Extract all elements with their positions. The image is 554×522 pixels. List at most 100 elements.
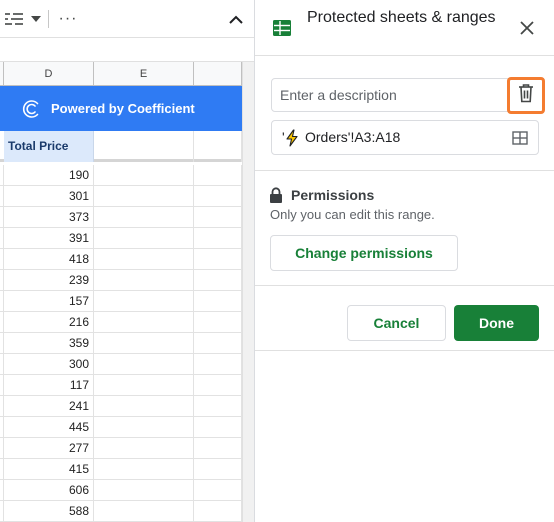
- cell-total-price[interactable]: 190: [4, 165, 94, 185]
- lock-icon: [269, 187, 283, 203]
- permissions-section: Permissions Only you can edit this range…: [255, 170, 554, 285]
- table-row: 157: [0, 291, 242, 312]
- cell[interactable]: [194, 312, 242, 332]
- cell[interactable]: [94, 354, 194, 374]
- cell[interactable]: [94, 333, 194, 353]
- more-vert-icon[interactable]: ···: [58, 9, 78, 29]
- cell-total-price[interactable]: 359: [4, 333, 94, 353]
- cell-total-price[interactable]: 277: [4, 438, 94, 458]
- cell-total-price[interactable]: 391: [4, 228, 94, 248]
- table-row: 588: [0, 501, 242, 522]
- cell[interactable]: [194, 228, 242, 248]
- coefficient-banner: Powered by Coefficient: [0, 86, 242, 131]
- filter-views-icon[interactable]: [2, 9, 26, 29]
- table-row: 190: [0, 165, 242, 186]
- protected-ranges-panel: Protected sheets & ranges ' Orders'!A3:A…: [254, 0, 554, 522]
- cell-total-price[interactable]: 373: [4, 207, 94, 227]
- table-row: 277: [0, 438, 242, 459]
- cell-total-price[interactable]: 415: [4, 459, 94, 479]
- cell[interactable]: [194, 501, 242, 521]
- cell[interactable]: [94, 438, 194, 458]
- cell[interactable]: [94, 186, 194, 206]
- cell[interactable]: [194, 354, 242, 374]
- cell-total-price[interactable]: 606: [4, 480, 94, 500]
- cell[interactable]: [194, 165, 242, 185]
- header-cell-total-price[interactable]: Total Price: [4, 131, 94, 162]
- cell[interactable]: [194, 186, 242, 206]
- cell[interactable]: [94, 396, 194, 416]
- spreadsheet-area: ··· D E Powered by Coefficient Total Pri…: [0, 0, 254, 522]
- cell[interactable]: [94, 501, 194, 521]
- cell[interactable]: [194, 291, 242, 311]
- cell[interactable]: [94, 207, 194, 227]
- table-row: 301: [0, 186, 242, 207]
- lightning-bolt-icon: [285, 129, 299, 147]
- cell-total-price[interactable]: 300: [4, 354, 94, 374]
- data-rows: 190 301 373 391 418 239 157 216 359 300 …: [0, 165, 242, 522]
- cell-total-price[interactable]: 418: [4, 249, 94, 269]
- sheets-icon: [272, 18, 292, 38]
- cell[interactable]: [194, 270, 242, 290]
- cell[interactable]: [194, 375, 242, 395]
- header-cell-empty[interactable]: [194, 131, 242, 162]
- range-text: Orders'!A3:A18: [305, 129, 401, 145]
- cell[interactable]: [194, 417, 242, 437]
- cell[interactable]: [94, 165, 194, 185]
- cell-total-price[interactable]: 117: [4, 375, 94, 395]
- column-header-f[interactable]: [194, 62, 242, 86]
- chevron-up-icon[interactable]: [228, 9, 244, 29]
- table-row: 300: [0, 354, 242, 375]
- cell[interactable]: [194, 207, 242, 227]
- select-range-icon[interactable]: [512, 130, 528, 146]
- close-icon[interactable]: [517, 18, 537, 38]
- column-headers: D E: [0, 62, 254, 86]
- cell[interactable]: [194, 396, 242, 416]
- cell[interactable]: [94, 312, 194, 332]
- vertical-scrollbar[interactable]: [242, 62, 254, 522]
- cell-total-price[interactable]: 239: [4, 270, 94, 290]
- cell[interactable]: [94, 291, 194, 311]
- permissions-heading: Permissions: [291, 187, 375, 203]
- cell[interactable]: [94, 270, 194, 290]
- table-row: 359: [0, 333, 242, 354]
- cell[interactable]: [194, 480, 242, 500]
- cell-total-price[interactable]: 216: [4, 312, 94, 332]
- cell[interactable]: [194, 438, 242, 458]
- table-row: 606: [0, 480, 242, 501]
- cancel-button[interactable]: Cancel: [347, 305, 446, 341]
- cell[interactable]: [94, 249, 194, 269]
- range-field[interactable]: ' Orders'!A3:A18: [271, 120, 539, 155]
- cell-total-price[interactable]: 241: [4, 396, 94, 416]
- cell-total-price[interactable]: 301: [4, 186, 94, 206]
- cell-total-price[interactable]: 157: [4, 291, 94, 311]
- action-bar: Cancel Done: [255, 285, 554, 351]
- banner-text: Powered by Coefficient: [51, 101, 195, 116]
- delete-button[interactable]: [507, 77, 545, 114]
- caret-down-icon[interactable]: [30, 9, 42, 29]
- cell[interactable]: [94, 480, 194, 500]
- cell-total-price[interactable]: 445: [4, 417, 94, 437]
- table-row: 216: [0, 312, 242, 333]
- toolbar-divider: [48, 10, 49, 28]
- cell[interactable]: [94, 417, 194, 437]
- permissions-description: Only you can edit this range.: [270, 207, 435, 222]
- cell[interactable]: [94, 459, 194, 479]
- description-input[interactable]: [271, 78, 539, 112]
- done-button[interactable]: Done: [454, 305, 539, 341]
- cell[interactable]: [194, 333, 242, 353]
- cell[interactable]: [94, 375, 194, 395]
- cell[interactable]: [94, 228, 194, 248]
- cell-total-price[interactable]: 588: [4, 501, 94, 521]
- sheet-toolbar: ···: [0, 0, 254, 38]
- column-header-d[interactable]: D: [4, 62, 94, 86]
- header-cell-empty[interactable]: [94, 131, 194, 162]
- table-row: 239: [0, 270, 242, 291]
- cell[interactable]: [194, 249, 242, 269]
- panel-title: Protected sheets & ranges: [307, 9, 496, 26]
- formula-bar[interactable]: [0, 38, 254, 62]
- cell[interactable]: [194, 459, 242, 479]
- change-permissions-button[interactable]: Change permissions: [270, 235, 458, 271]
- column-header-e[interactable]: E: [94, 62, 194, 86]
- table-row: 373: [0, 207, 242, 228]
- table-row: 415: [0, 459, 242, 480]
